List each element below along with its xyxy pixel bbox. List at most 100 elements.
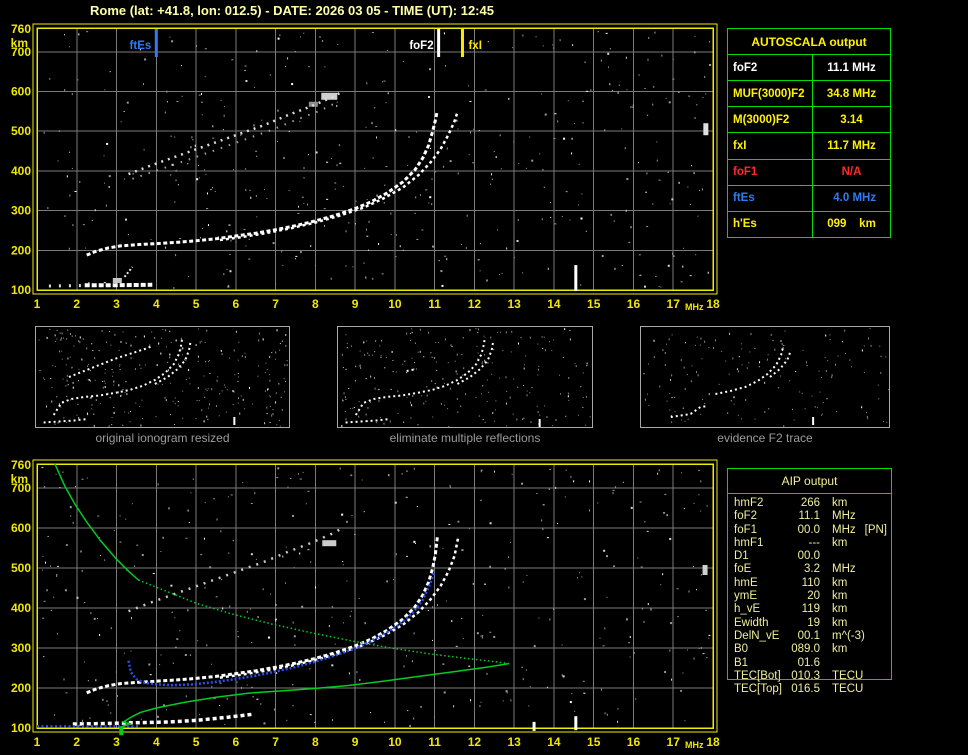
axis-label: 5 [193,297,200,311]
autoscala-window: Rome (lat: +41.8, lon: 012.5) - DATE: 20… [0,0,968,755]
Es-cusp [123,266,134,278]
second-hop-trace [128,527,342,613]
axis-label: 9 [352,735,359,749]
axis-label: 300 [11,204,31,218]
row-note: [PN] [864,523,888,536]
axis-label: 760 [11,22,31,36]
echo-cluster [574,265,578,292]
row-unit: km [832,590,848,603]
autoscala-table-row: h'Es 099 km [728,210,890,237]
row-label: M(3000)F2 [728,107,813,133]
axis-label: 4 [153,297,160,311]
aip-table-row: Ewidth 19 km [728,617,891,630]
autoscala-table-title: AUTOSCALA output [751,34,867,49]
row-value: 00.0 [797,523,820,536]
echo-cluster [321,92,338,100]
thumbnail-original-ionogram [35,326,290,428]
autoscala-table-row: fxI 11.7 MHz [728,132,890,159]
row-label: foF2 [734,510,758,523]
F2-ordinary-trace [86,536,439,695]
autoscala-table-row: foF2 11.1 MHz [728,54,890,81]
axis-label: 1 [34,735,41,749]
F2-extraordinary-trace [219,111,459,242]
row-label: hmF1 [734,536,764,549]
echo-cluster [322,540,337,547]
row-unit: TECU [832,683,864,696]
aip-table-row: B1 01.6 [728,657,891,670]
row-label: hmF2 [734,497,764,509]
row-label: DelN_vE [734,629,780,642]
axis-label: 16 [627,735,641,749]
thumb-trace-band [68,345,153,378]
thumb-trace-f2 [354,336,486,416]
axis-label: 15 [587,297,601,311]
aip-table-row: hmF2 266 km [728,497,891,510]
row-value: 016.5 [791,683,820,696]
row-value: 34.8 MHz [826,87,877,100]
aip-table-row: DelN_vE 00.1 m^(-3) [728,630,891,643]
row-value: 11.1 MHz [827,61,876,74]
axis-label: 4 [153,735,160,749]
thumbnail-evidence-f2-trace-image [643,328,889,427]
axis-label: 11 [428,297,441,311]
gridlines [37,464,713,728]
row-value: 11.7 MHz [827,139,876,152]
axis-label: 7 [272,297,279,311]
thumb-trace-f2 [52,336,184,416]
axis-label: 17 [667,735,681,749]
axis-label: 100 [11,721,31,735]
echo-cluster [702,565,708,575]
axis-label: 8 [312,735,319,749]
row-unit: TECU [832,669,864,682]
row-value: N/A [841,166,862,179]
axis-label: 15 [587,735,601,749]
row-value: 010.3 [791,669,820,682]
axis-label: 600 [11,521,31,535]
axis-label: 700 [11,481,31,495]
aip-table-row: hmF1 --- km [728,537,891,550]
row-label: foF2 [728,55,813,81]
density-profile-topside-green [54,463,139,581]
thumbnail-eliminate-reflections [337,326,593,428]
row-label: foE [734,563,752,576]
thumb-trace-esdots [670,405,709,418]
autoscala-output-table: AUTOSCALA output foF2 11.1 MHz MUF(3000)F2… [727,28,891,238]
row-value: 119 [801,603,820,616]
thumbnail-original-ionogram-image [38,328,288,427]
axis-label: 10 [388,297,402,311]
axis-label: 3 [113,297,120,311]
row-value: 00.1 [797,629,820,642]
row-label: foF1 [734,523,758,536]
thumb-tick [538,419,541,427]
axis-label: 3 [113,735,120,749]
aip-table-row: foE 3.2 MHz [728,563,891,576]
axis-label: 400 [11,601,31,615]
axis-label: 6 [232,735,239,749]
thumb-tick [812,417,815,425]
row-value: 266 [800,497,820,509]
thumbnail-eliminate-reflections-image [341,328,591,427]
row-label: fxI [728,133,813,159]
axis-label: 200 [11,681,31,695]
echo-cluster [703,123,709,136]
aip-table-row: ymE 20 km [728,590,891,603]
axis-label: 11 [428,735,441,749]
axis-label: 700 [11,45,31,59]
axis-label: 7 [272,735,279,749]
axis-label: 100 [11,283,31,297]
row-unit: MHz [832,523,856,536]
autoscala-table-row: ftEs 4.0 MHz [728,184,890,211]
echo-cluster [532,721,536,731]
axis-label: MHz [685,302,704,312]
axis-label: 9 [352,297,359,311]
density-profile-bottomside-green [118,662,510,729]
axis-label: 6 [232,297,239,311]
axis-label: ftEs [130,40,152,52]
row-value: 01.6 [797,656,820,669]
plot-outer-frame [32,459,718,733]
row-label: foF1 [728,159,813,185]
row-unit: MHz [832,510,856,523]
row-value: 11.1 [798,510,820,523]
Es-trace [72,712,252,726]
row-label: TEC[Top] [734,683,782,696]
